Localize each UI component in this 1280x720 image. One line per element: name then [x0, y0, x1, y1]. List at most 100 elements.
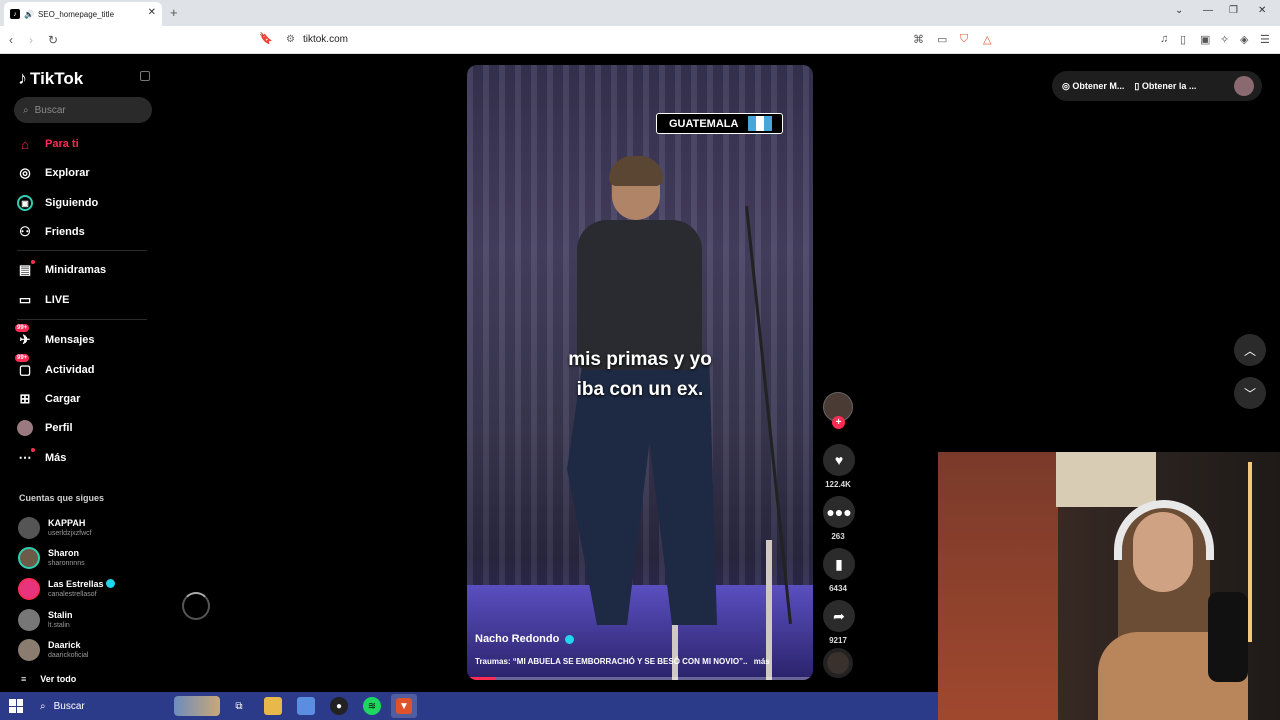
friends-icon: ⚇ — [19, 224, 31, 239]
search-input[interactable]: ⌕ Buscar — [14, 97, 152, 123]
forward-icon[interactable]: › — [29, 33, 33, 47]
audio-playing-icon[interactable]: 🔊 — [24, 10, 34, 19]
new-tab-icon[interactable]: + — [170, 5, 178, 20]
follow-plus-icon[interactable]: + — [832, 416, 845, 429]
file-explorer-icon[interactable] — [264, 697, 282, 715]
taskbar-search[interactable]: ⌕ Buscar — [34, 696, 220, 716]
menu-item-actividad[interactable]: ▢ 99+ Actividad — [15, 354, 157, 381]
activity-icon: ▢ 99+ — [15, 354, 32, 377]
windows-taskbar: ⌕ Buscar ⧉ ● ≋ ▼ — [0, 692, 938, 720]
get-app-button[interactable]: ▯ Obtener la ... — [1134, 81, 1196, 92]
menu-icon[interactable]: ☰ — [1260, 33, 1270, 46]
video-player[interactable]: GUATEMALA mis primas y yo iba con un ex.… — [467, 65, 813, 680]
vpn-icon[interactable]: ◈ — [1240, 33, 1248, 46]
following-icon: ▣ — [17, 195, 33, 211]
video-description: Traumas: “MI ABUELA SE EMBORRACHÓ Y SE B… — [475, 657, 770, 666]
video-progress-fill — [467, 677, 495, 680]
menu-item-siguiendo[interactable]: ▣ Siguiendo — [17, 192, 157, 214]
search-highlight-image — [174, 696, 220, 716]
avatar — [18, 578, 40, 600]
share-button[interactable]: ➦ — [823, 600, 855, 632]
restore-icon[interactable]: ❐ — [1229, 5, 1238, 16]
bookmark-icon: ▮ — [835, 555, 843, 572]
video-progress-bar[interactable] — [467, 677, 813, 680]
comment-button[interactable]: ●●● — [823, 496, 855, 528]
following-account[interactable]: KAPPAH userldzjxzfwcf — [18, 515, 158, 541]
more-link[interactable]: más — [754, 657, 770, 666]
leo-ai-icon[interactable]: ✧ — [1220, 33, 1229, 46]
task-view-icon[interactable]: ⧉ — [230, 697, 248, 715]
comment-icon: ●●● — [826, 504, 852, 520]
home-icon: ⌂ — [21, 136, 29, 152]
chevron-up-icon: ︿ — [1243, 343, 1256, 358]
avatar — [18, 639, 40, 661]
previous-video-button[interactable]: ︿ — [1234, 334, 1266, 366]
following-account[interactable]: Sharon sharonnnns — [18, 545, 158, 571]
back-icon[interactable]: ‹ — [9, 33, 13, 47]
messages-badge: 99+ — [15, 324, 30, 332]
share-count: 9217 — [829, 636, 847, 645]
following-account[interactable]: Stalin lt.stalin — [18, 607, 158, 633]
menu-item-cargar[interactable]: ⊞ Cargar — [17, 388, 157, 410]
site-info-icon[interactable]: ⚙ — [286, 34, 295, 45]
close-tab-icon[interactable]: ✕ — [148, 7, 156, 18]
see-all-link[interactable]: ≡ Ver todo — [21, 674, 76, 684]
collapse-sidebar-icon[interactable] — [140, 71, 150, 81]
music-disc-icon[interactable] — [823, 648, 853, 678]
verified-icon — [105, 579, 115, 588]
more-icon: ⋯ — [17, 448, 35, 466]
cast-icon[interactable]: ▭ — [937, 33, 947, 46]
tab-list-icon[interactable]: ⌄ — [1175, 5, 1183, 16]
reload-icon[interactable]: ↻ — [48, 33, 58, 47]
menu-item-para-ti[interactable]: ⌂ Para ti — [17, 133, 157, 155]
close-window-icon[interactable]: ✕ — [1258, 5, 1266, 16]
comment-count: 263 — [831, 532, 845, 541]
location-tag: GUATEMALA — [656, 113, 784, 134]
url-field[interactable]: ⚙ tiktok.com — [286, 34, 348, 45]
live-icon: ▭ — [18, 292, 32, 307]
user-avatar[interactable] — [1234, 76, 1254, 96]
following-section-title: Cuentas que sigues — [19, 493, 105, 503]
tiktok-note-icon: ♪ — [18, 68, 27, 88]
menu-item-friends[interactable]: ⚇ Friends — [17, 221, 157, 243]
menu-item-explorar[interactable]: ◎ Explorar — [17, 162, 157, 184]
media-icon[interactable]: ♫ — [1160, 33, 1168, 45]
following-account[interactable]: Daarick daarickoficial — [18, 637, 158, 663]
translate-icon[interactable]: ⌘ — [913, 33, 924, 46]
avatar — [18, 547, 40, 569]
menu-item-minidramas[interactable]: ▤ Minidramas — [17, 259, 157, 281]
wallet-icon[interactable]: ▣ — [1200, 33, 1210, 46]
search-icon: ⌕ — [40, 700, 46, 712]
menu-item-mensajes[interactable]: ✈ 99+ Mensajes — [15, 324, 157, 351]
next-video-button[interactable]: ﹀ — [1234, 377, 1266, 409]
avatar — [18, 517, 40, 539]
divider — [17, 250, 147, 251]
video-author[interactable]: Nacho Redondo — [475, 633, 575, 645]
sidebar-toggle-icon[interactable]: ▯ — [1180, 33, 1186, 46]
like-button[interactable]: ♥ — [823, 444, 855, 476]
brave-shield-icon[interactable]: ⛉ — [960, 33, 968, 46]
minidramas-icon: ▤ — [17, 260, 35, 278]
list-icon: ≡ — [21, 674, 27, 684]
menu-item-perfil[interactable]: Perfil — [17, 417, 157, 439]
app-icon[interactable] — [297, 697, 315, 715]
divider — [17, 319, 147, 320]
profile-avatar — [17, 420, 33, 436]
menu-item-live[interactable]: ▭ LIVE — [17, 289, 157, 311]
obs-icon[interactable]: ● — [330, 697, 348, 715]
minimize-icon[interactable]: — — [1203, 5, 1213, 16]
save-button[interactable]: ▮ — [823, 548, 855, 580]
get-coins-button[interactable]: ◎ Obtener M... — [1062, 81, 1124, 92]
bookmark-icon[interactable]: 🔖 — [259, 32, 273, 45]
brave-taskbar-icon[interactable]: ▼ — [391, 694, 417, 718]
brave-rewards-icon[interactable]: △ — [983, 33, 991, 46]
menu-item-mas[interactable]: ⋯ Más — [17, 447, 157, 469]
following-account[interactable]: Las Estrellas canalestrellasof — [18, 576, 158, 602]
start-button[interactable] — [9, 699, 23, 713]
chevron-down-icon: ﹀ — [1243, 386, 1256, 401]
tiktok-logo[interactable]: ♪ TikTok — [18, 68, 83, 89]
spotify-icon[interactable]: ≋ — [363, 697, 381, 715]
webcam-overlay — [938, 452, 1280, 720]
notification-dot — [31, 260, 35, 264]
browser-tab[interactable]: ♪ 🔊 SEO_homepage_title ✕ — [4, 2, 162, 26]
